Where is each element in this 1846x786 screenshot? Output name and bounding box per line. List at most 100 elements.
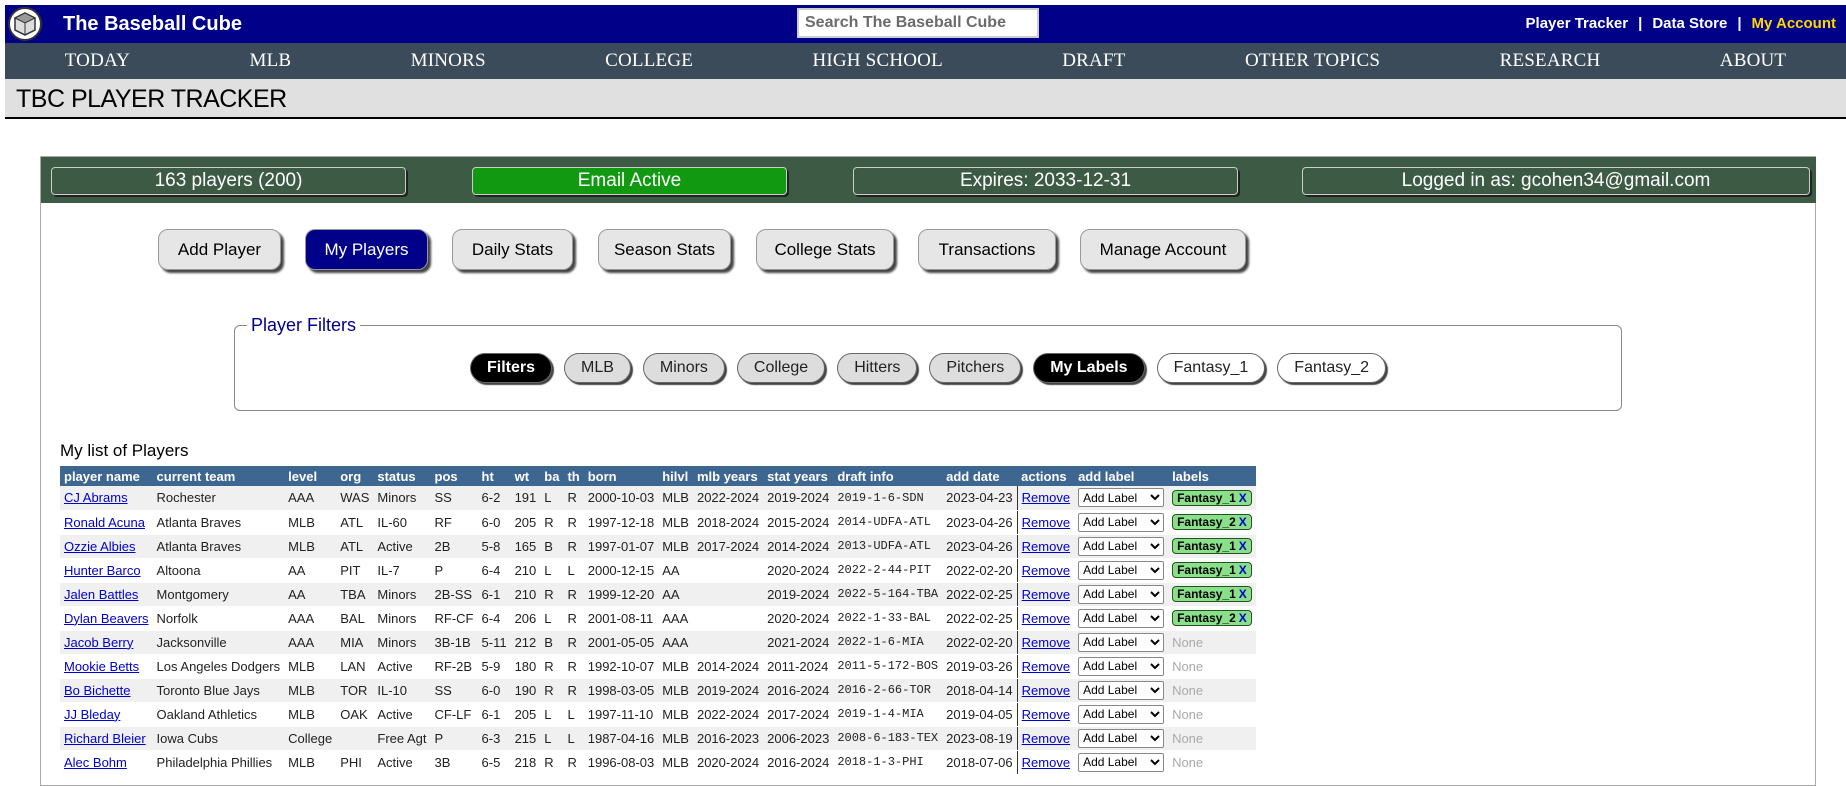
cell-wt: 190 xyxy=(510,678,541,703)
nav-mlb[interactable]: MLB xyxy=(249,50,291,72)
remove-link[interactable]: Remove xyxy=(1022,587,1070,602)
cell-hilvl: MLB xyxy=(658,534,693,559)
my-account-link[interactable]: My Account xyxy=(1752,15,1836,32)
column-header[interactable]: born xyxy=(583,466,659,486)
filter-pitchers[interactable]: Pitchers xyxy=(929,353,1022,383)
column-header[interactable]: level xyxy=(284,466,337,486)
remove-link[interactable]: Remove xyxy=(1022,539,1070,554)
link-separator: | xyxy=(1737,15,1742,32)
add-player-button[interactable]: Add Player xyxy=(158,229,281,270)
player-name-link[interactable]: CJ Abrams xyxy=(64,490,128,505)
remove-link[interactable]: Remove xyxy=(1022,683,1070,698)
season-stats-button[interactable]: Season Stats xyxy=(598,229,731,270)
remove-label-button[interactable]: X xyxy=(1239,563,1247,577)
column-header[interactable]: pos xyxy=(430,466,478,486)
filter-fantasy-2[interactable]: Fantasy_2 xyxy=(1277,353,1387,383)
player-name-link[interactable]: Alec Bohm xyxy=(64,755,127,770)
column-header[interactable]: draft info xyxy=(833,466,943,486)
remove-label-button[interactable]: X xyxy=(1239,491,1247,505)
remove-link[interactable]: Remove xyxy=(1022,755,1070,770)
player-name-link[interactable]: Dylan Beavers xyxy=(64,611,149,626)
daily-stats-button[interactable]: Daily Stats xyxy=(452,229,573,270)
add-label-select[interactable]: Add Label xyxy=(1078,488,1165,508)
transactions-button[interactable]: Transactions xyxy=(918,229,1056,270)
table-row: Jalen Battles Montgomery AA TBA Minors 2B-SS 6… xyxy=(60,582,1256,607)
remove-label-button[interactable]: X xyxy=(1239,587,1247,601)
player-name-link[interactable]: Ronald Acuna xyxy=(64,515,145,530)
player-name-link[interactable]: Ozzie Albies xyxy=(64,539,136,554)
player-name-link[interactable]: Jacob Berry xyxy=(64,635,133,650)
column-header[interactable]: status xyxy=(373,466,431,486)
add-label-select[interactable]: Add Label xyxy=(1078,536,1165,556)
manage-account-button[interactable]: Manage Account xyxy=(1080,229,1246,270)
column-header[interactable]: player name xyxy=(60,466,153,486)
add-label-select[interactable]: Add Label xyxy=(1078,728,1165,748)
nav-draft[interactable]: DRAFT xyxy=(1062,50,1125,72)
column-header[interactable]: org xyxy=(336,466,374,486)
player-tracker-link[interactable]: Player Tracker xyxy=(1526,15,1629,32)
remove-label-button[interactable]: X xyxy=(1239,611,1247,625)
add-label-select[interactable]: Add Label xyxy=(1078,656,1165,676)
nav-other-topics[interactable]: OTHER TOPICS xyxy=(1245,50,1380,72)
remove-link[interactable]: Remove xyxy=(1022,515,1070,530)
baseball-cube-logo-icon[interactable] xyxy=(8,7,42,41)
column-header[interactable]: wt xyxy=(510,466,541,486)
column-header[interactable]: mlb years xyxy=(692,466,764,486)
add-label-select[interactable]: Add Label xyxy=(1078,680,1165,700)
column-header[interactable]: ba xyxy=(540,466,564,486)
cell-draft-info: 2022-1-6-MIA xyxy=(833,630,943,655)
add-label-select[interactable]: Add Label xyxy=(1078,632,1165,652)
add-label-select[interactable]: Add Label xyxy=(1078,752,1165,772)
search-input[interactable] xyxy=(797,8,1039,38)
player-name-link[interactable]: Richard Bleier xyxy=(64,731,146,746)
filter-fantasy-1[interactable]: Fantasy_1 xyxy=(1156,353,1266,383)
column-header[interactable]: actions xyxy=(1017,466,1075,486)
column-header[interactable]: hilvl xyxy=(658,466,693,486)
remove-link[interactable]: Remove xyxy=(1022,611,1070,626)
column-header[interactable]: ht xyxy=(477,466,511,486)
remove-link[interactable]: Remove xyxy=(1022,707,1070,722)
player-name-link[interactable]: Hunter Barco xyxy=(64,563,141,578)
remove-label-button[interactable]: X xyxy=(1239,515,1247,529)
filter-minors[interactable]: Minors xyxy=(642,353,725,383)
cell-born: 1997-11-10 xyxy=(583,702,659,727)
column-header[interactable]: stat years xyxy=(763,466,834,486)
filter-my-labels[interactable]: My Labels xyxy=(1033,353,1145,383)
data-store-link[interactable]: Data Store xyxy=(1652,15,1727,32)
remove-link[interactable]: Remove xyxy=(1022,635,1070,650)
column-header[interactable]: labels xyxy=(1168,466,1256,486)
nav-today[interactable]: TODAY xyxy=(65,50,130,72)
remove-link[interactable]: Remove xyxy=(1022,563,1070,578)
add-label-select[interactable]: Add Label xyxy=(1078,584,1165,604)
filter-filters[interactable]: Filters xyxy=(469,353,552,383)
player-name-link[interactable]: Jalen Battles xyxy=(64,587,138,602)
player-name-link[interactable]: Bo Bichette xyxy=(64,683,131,698)
nav-about[interactable]: ABOUT xyxy=(1720,50,1786,72)
cell-th: R xyxy=(563,678,584,703)
remove-link[interactable]: Remove xyxy=(1022,659,1070,674)
column-header[interactable]: add label xyxy=(1074,466,1169,486)
filter-college[interactable]: College xyxy=(736,353,826,383)
nav-minors[interactable]: MINORS xyxy=(411,50,486,72)
add-label-select[interactable]: Add Label xyxy=(1078,560,1165,580)
column-header[interactable]: current team xyxy=(152,466,285,486)
nav-college[interactable]: COLLEGE xyxy=(605,50,693,72)
add-label-select[interactable]: Add Label xyxy=(1078,608,1165,628)
my-players-button[interactable]: My Players xyxy=(305,229,428,270)
filter-mlb[interactable]: MLB xyxy=(564,353,631,383)
nav-high-school[interactable]: HIGH SCHOOL xyxy=(812,50,942,72)
column-header[interactable]: th xyxy=(563,466,584,486)
player-name-link[interactable]: Mookie Betts xyxy=(64,659,139,674)
site-title[interactable]: The Baseball Cube xyxy=(63,13,242,36)
filter-hitters[interactable]: Hitters xyxy=(837,353,918,383)
column-header[interactable]: add date xyxy=(942,466,1018,486)
college-stats-button[interactable]: College Stats xyxy=(756,229,894,270)
nav-research[interactable]: RESEARCH xyxy=(1500,50,1601,72)
remove-label-button[interactable]: X xyxy=(1239,539,1247,553)
remove-link[interactable]: Remove xyxy=(1022,490,1070,505)
cell-ba: R xyxy=(540,678,564,703)
add-label-select[interactable]: Add Label xyxy=(1078,704,1165,724)
add-label-select[interactable]: Add Label xyxy=(1078,512,1165,532)
player-name-link[interactable]: JJ Bleday xyxy=(64,707,120,722)
remove-link[interactable]: Remove xyxy=(1022,731,1070,746)
